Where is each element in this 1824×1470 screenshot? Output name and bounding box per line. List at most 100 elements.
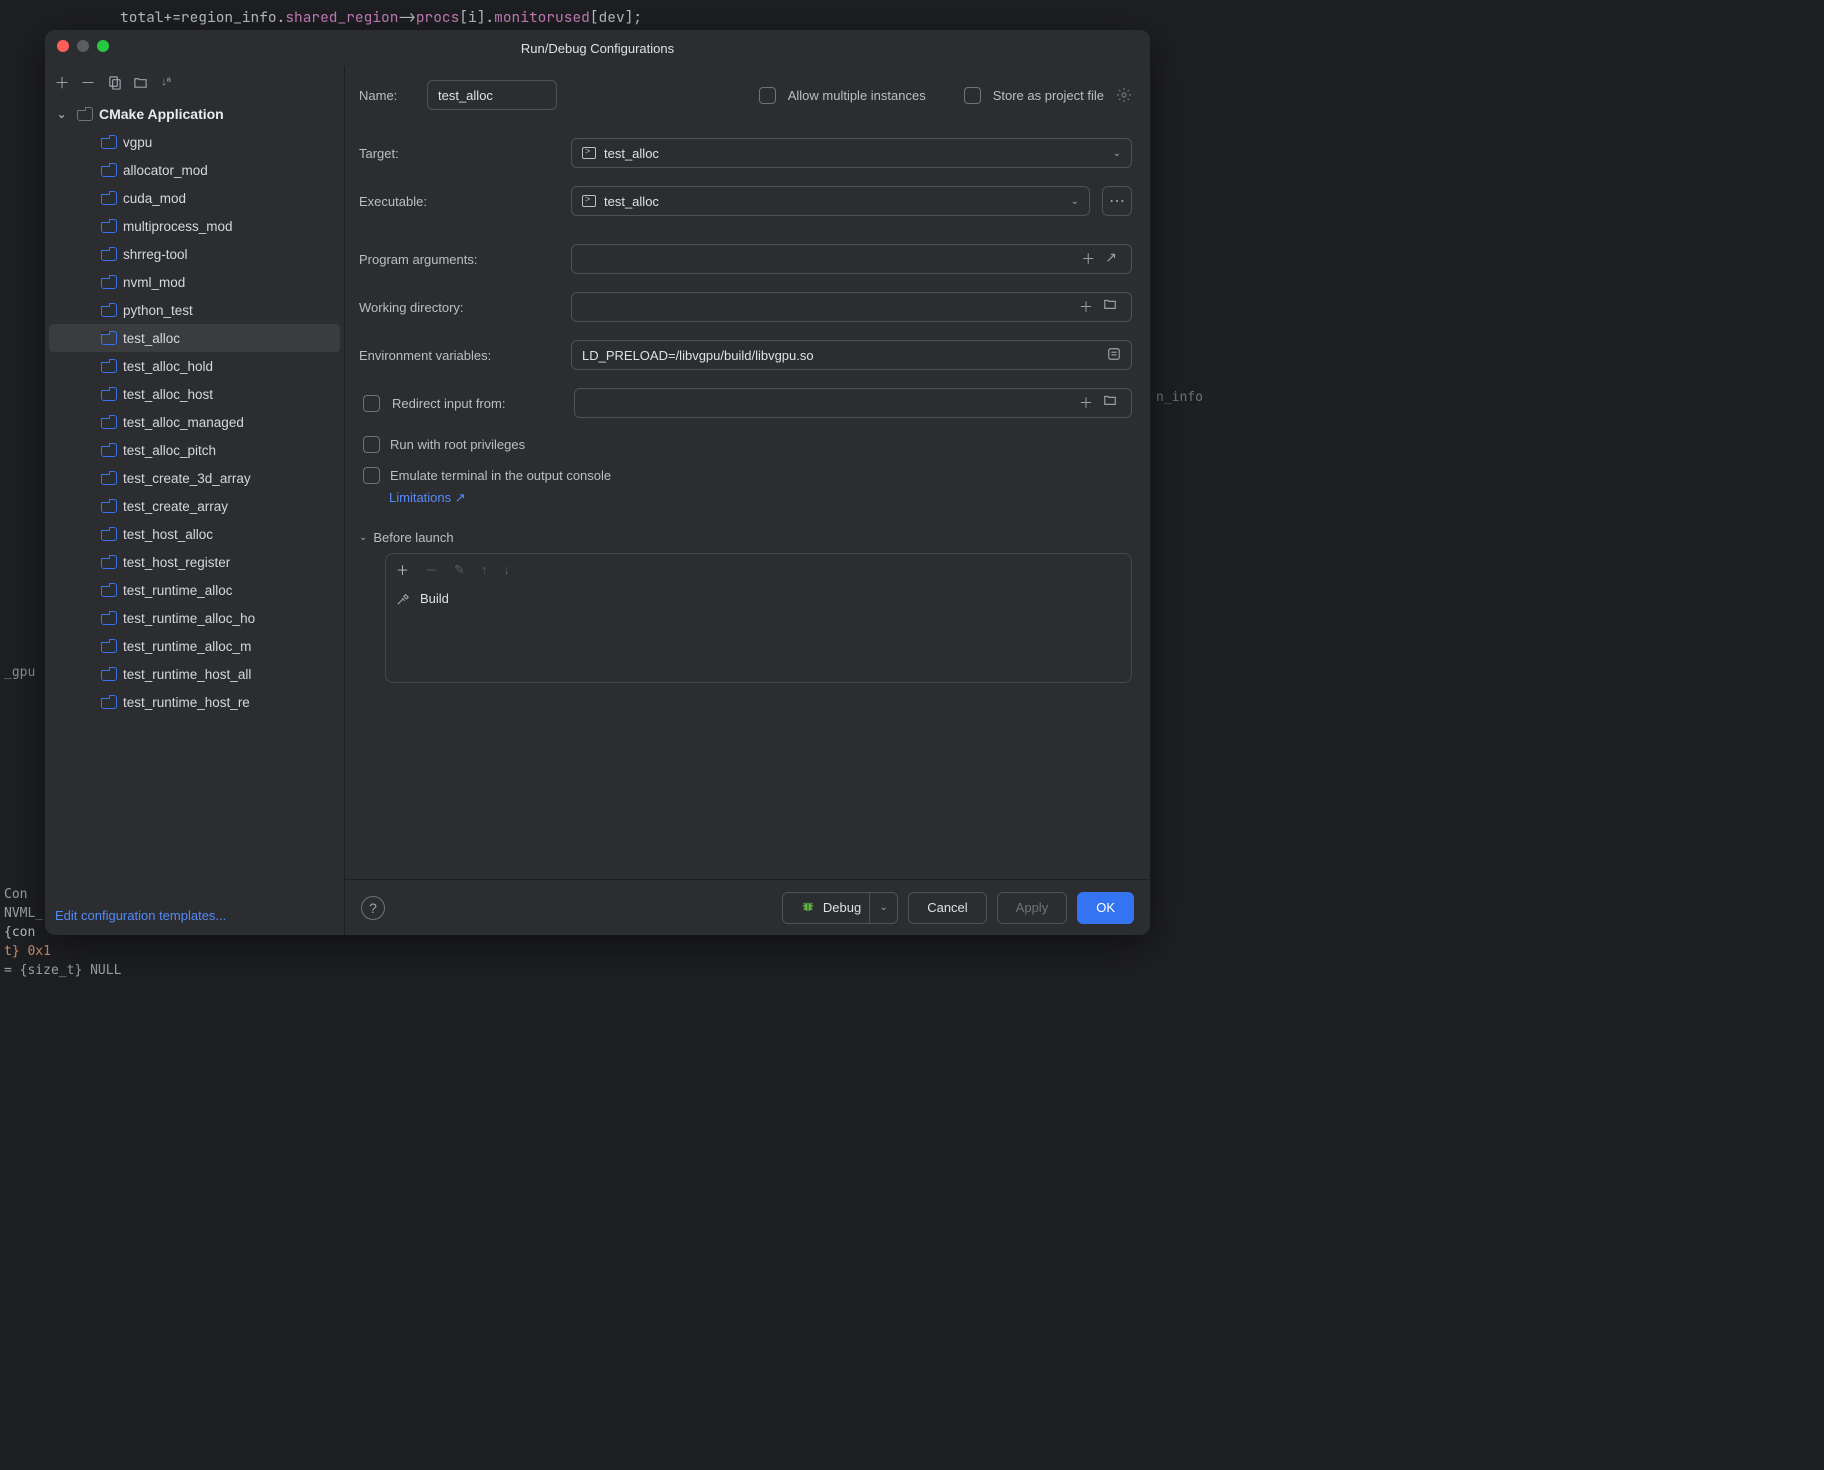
tree-item-label: test_alloc_pitch xyxy=(123,443,216,458)
plus-icon[interactable]: ＋ xyxy=(1079,297,1093,317)
root-priv-checkbox[interactable] xyxy=(363,436,380,453)
wd-input[interactable]: ＋ xyxy=(571,292,1132,322)
tree-item-label: test_runtime_alloc_m xyxy=(123,639,251,654)
tree-item-python_test[interactable]: python_test xyxy=(45,296,344,324)
tree-item-shrreg-tool[interactable]: shrreg-tool xyxy=(45,240,344,268)
tree-item-cuda_mod[interactable]: cuda_mod xyxy=(45,184,344,212)
tree-item-nvml_mod[interactable]: nvml_mod xyxy=(45,268,344,296)
app-icon xyxy=(101,387,117,401)
expand-icon[interactable]: ↗ xyxy=(1105,249,1117,269)
folder-icon[interactable] xyxy=(1103,297,1117,317)
tree-item-label: test_runtime_alloc xyxy=(123,583,233,598)
folder-icon[interactable] xyxy=(1103,393,1117,413)
remove-task-button[interactable]: － xyxy=(425,560,438,579)
app-icon xyxy=(101,555,117,569)
tree-item-test_runtime_alloc_ho[interactable]: test_runtime_alloc_ho xyxy=(45,604,344,632)
tree-item-label: allocator_mod xyxy=(123,163,208,178)
emulate-terminal-label: Emulate terminal in the output console xyxy=(390,468,611,483)
folder-configuration-button[interactable] xyxy=(129,71,151,93)
wd-label: Working directory: xyxy=(359,300,559,315)
tree-item-test_alloc[interactable]: test_alloc xyxy=(49,324,340,352)
app-icon xyxy=(101,219,117,233)
add-task-button[interactable]: ＋ xyxy=(396,560,409,579)
remove-configuration-button[interactable]: － xyxy=(77,71,99,93)
app-icon xyxy=(77,107,93,121)
app-icon xyxy=(101,527,117,541)
tree-item-test_alloc_host[interactable]: test_alloc_host xyxy=(45,380,344,408)
tree-item-test_runtime_host_re[interactable]: test_runtime_host_re xyxy=(45,688,344,716)
target-select[interactable]: test_alloc ⌄ xyxy=(571,138,1132,168)
name-input[interactable]: test_alloc xyxy=(427,80,557,110)
sidebar-toolbar: ＋ － ↓ª xyxy=(45,66,344,98)
configurations-sidebar: ＋ － ↓ª ⌄ CMake Application vgpu allocator… xyxy=(45,66,345,935)
redirect-input[interactable]: ＋ xyxy=(574,388,1132,418)
before-launch-section[interactable]: ⌄ Before launch xyxy=(359,530,1132,545)
env-input[interactable]: LD_PRELOAD=/libvgpu/build/libvgpu.so xyxy=(571,340,1132,370)
args-label: Program arguments: xyxy=(359,252,559,267)
executable-select[interactable]: test_alloc ⌄ xyxy=(571,186,1090,216)
args-input[interactable]: ＋ ↗ xyxy=(571,244,1132,274)
store-project-checkbox[interactable] xyxy=(964,87,981,104)
build-task-item[interactable]: Build xyxy=(386,585,1131,612)
tree-item-label: shrreg-tool xyxy=(123,247,188,262)
redirect-checkbox[interactable] xyxy=(363,395,380,412)
list-icon[interactable] xyxy=(1107,347,1121,364)
app-icon xyxy=(101,443,117,457)
tree-item-test_create_3d_array[interactable]: test_create_3d_array xyxy=(45,464,344,492)
tree-item-multiprocess_mod[interactable]: multiprocess_mod xyxy=(45,212,344,240)
ok-button[interactable]: OK xyxy=(1077,892,1134,924)
move-up-button[interactable]: ↑ xyxy=(481,562,488,577)
tree-item-label: test_alloc_managed xyxy=(123,415,244,430)
plus-icon[interactable]: ＋ xyxy=(1081,249,1095,269)
minimize-window-button[interactable] xyxy=(77,40,89,52)
app-icon xyxy=(101,471,117,485)
tree-root-cmake[interactable]: ⌄ CMake Application xyxy=(45,100,344,128)
app-icon xyxy=(101,695,117,709)
app-icon xyxy=(101,639,117,653)
app-icon xyxy=(101,499,117,513)
app-icon xyxy=(101,135,117,149)
configuration-tree[interactable]: ⌄ CMake Application vgpu allocator_modcud… xyxy=(45,98,344,896)
dialog-titlebar[interactable]: Run/Debug Configurations xyxy=(45,30,1150,66)
tree-item-test_host_register[interactable]: test_host_register xyxy=(45,548,344,576)
app-icon xyxy=(101,303,117,317)
tree-item-allocator_mod[interactable]: allocator_mod xyxy=(45,156,344,184)
edit-task-button[interactable]: ✎ xyxy=(454,562,465,578)
tree-item-label: test_alloc_host xyxy=(123,387,213,402)
help-button[interactable]: ? xyxy=(361,896,385,920)
plus-icon[interactable]: ＋ xyxy=(1079,393,1093,413)
executable-more-button[interactable]: ⋯ xyxy=(1102,186,1132,216)
tree-item-test_runtime_host_all[interactable]: test_runtime_host_all xyxy=(45,660,344,688)
app-icon xyxy=(101,359,117,373)
zoom-window-button[interactable] xyxy=(97,40,109,52)
edit-templates-link[interactable]: Edit configuration templates... xyxy=(55,908,226,923)
allow-multiple-checkbox[interactable] xyxy=(759,87,776,104)
tree-item-test_alloc_hold[interactable]: test_alloc_hold xyxy=(45,352,344,380)
debug-dropdown[interactable]: ⌄ xyxy=(870,892,898,924)
tree-item-test_alloc_managed[interactable]: test_alloc_managed xyxy=(45,408,344,436)
terminal-icon xyxy=(582,147,596,159)
tree-item-label: test_alloc_hold xyxy=(123,359,213,374)
close-window-button[interactable] xyxy=(57,40,69,52)
apply-button[interactable]: Apply xyxy=(997,892,1068,924)
tree-item-test_runtime_alloc[interactable]: test_runtime_alloc xyxy=(45,576,344,604)
emulate-terminal-checkbox[interactable] xyxy=(363,467,380,484)
tree-item-test_create_array[interactable]: test_create_array xyxy=(45,492,344,520)
gear-icon[interactable] xyxy=(1116,87,1132,103)
copy-configuration-button[interactable] xyxy=(103,71,125,93)
add-configuration-button[interactable]: ＋ xyxy=(51,71,73,93)
tree-item-vgpu[interactable]: vgpu xyxy=(45,128,344,156)
tree-root-label: CMake Application xyxy=(99,106,224,122)
background-right-text: n_info xyxy=(1156,390,1216,405)
tree-item-test_runtime_alloc_m[interactable]: test_runtime_alloc_m xyxy=(45,632,344,660)
tree-item-test_alloc_pitch[interactable]: test_alloc_pitch xyxy=(45,436,344,464)
tree-item-test_host_alloc[interactable]: test_host_alloc xyxy=(45,520,344,548)
limitations-link[interactable]: Limitations ↗ xyxy=(389,490,466,505)
root-priv-label: Run with root privileges xyxy=(390,437,525,452)
chevron-down-icon: ⌄ xyxy=(1071,196,1079,207)
allow-multiple-label: Allow multiple instances xyxy=(788,88,926,103)
sort-configuration-button[interactable]: ↓ª xyxy=(155,71,177,93)
debug-button[interactable]: Debug xyxy=(782,892,870,924)
move-down-button[interactable]: ↓ xyxy=(503,562,510,577)
cancel-button[interactable]: Cancel xyxy=(908,892,986,924)
